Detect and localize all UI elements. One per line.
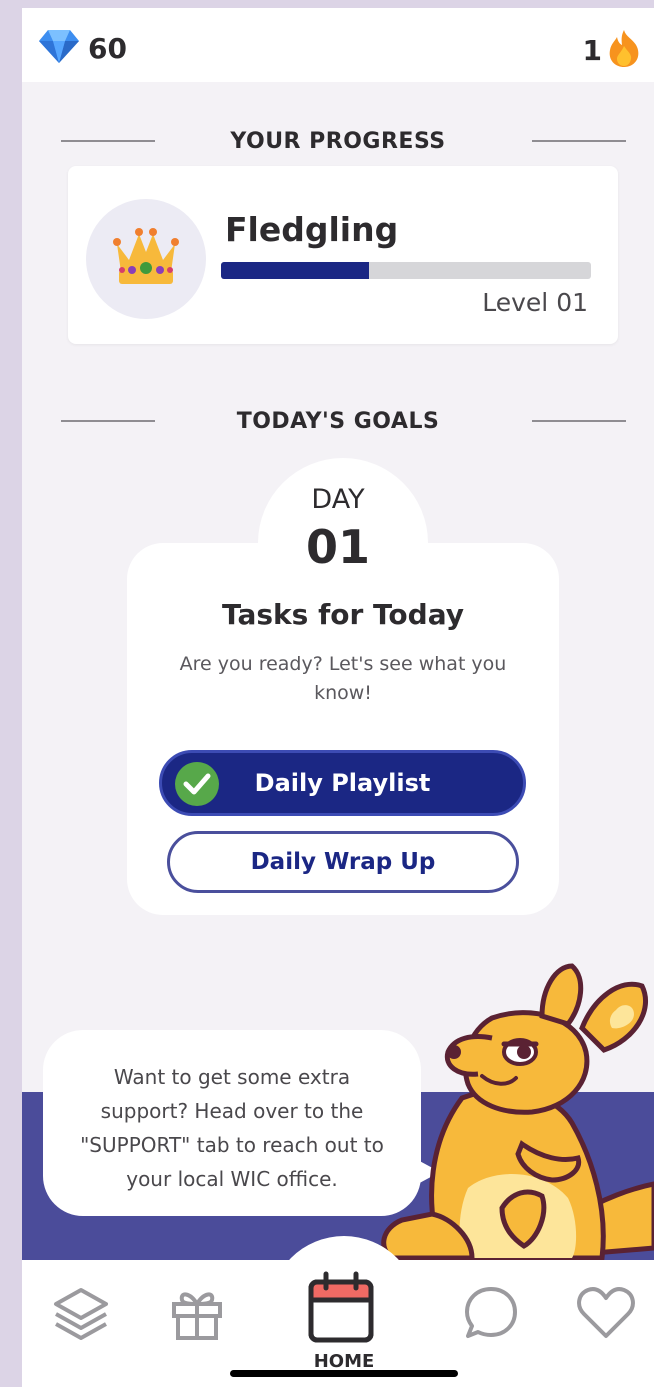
daily-playlist-button[interactable]: Daily Playlist [159, 750, 526, 816]
section-title: YOUR PROGRESS [230, 128, 446, 154]
streak-count: 1 [582, 33, 602, 67]
flame-icon [606, 28, 642, 72]
rank-badge [86, 199, 206, 319]
level-label: Level 01 [482, 288, 588, 317]
progress-card[interactable]: Fledgling Level 01 [68, 166, 618, 344]
divider [532, 420, 626, 422]
day-label: DAY [311, 484, 365, 515]
home-tab-label[interactable]: HOME [22, 1351, 654, 1372]
rank-name: Fledgling [225, 210, 399, 249]
daily-playlist-label: Daily Playlist [254, 769, 431, 797]
chat-icon[interactable] [462, 1284, 520, 1346]
tasks-title: Tasks for Today [221, 598, 464, 631]
daily-wrap-up-button[interactable]: Daily Wrap Up [167, 831, 519, 893]
level-progress-fill [221, 262, 369, 279]
check-icon [175, 762, 219, 806]
streak-counter[interactable]: 1 [583, 28, 642, 72]
goals-section-header: TODAY'S GOALS [22, 401, 654, 441]
heart-icon[interactable] [576, 1284, 636, 1346]
progress-section-header: YOUR PROGRESS [22, 121, 654, 161]
top-bar: 60 1 [22, 8, 654, 82]
section-title: TODAY'S GOALS [236, 408, 440, 434]
divider [532, 140, 626, 142]
daily-wrap-up-label: Daily Wrap Up [250, 849, 436, 875]
level-progress-bar [221, 262, 591, 279]
divider [61, 420, 155, 422]
layers-icon[interactable] [52, 1284, 110, 1346]
diamond-icon [38, 28, 80, 68]
day-number: 01 [305, 520, 370, 574]
gems-counter[interactable]: 60 [38, 28, 127, 68]
crown-icon [111, 226, 181, 292]
gift-icon[interactable] [168, 1284, 226, 1346]
home-indicator [230, 1370, 458, 1377]
calendar-icon[interactable] [306, 1270, 376, 1350]
tasks-subtitle: Are you ready? Let's see what you know! [179, 653, 507, 704]
gems-count: 60 [88, 31, 127, 65]
kangaroo-mascot [372, 948, 654, 1268]
support-speech-bubble: Want to get some extra support? Head ove… [43, 1030, 421, 1216]
app-screen: 60 1 YOUR PROGRESS Fledgling Level 01 TO… [22, 8, 654, 1387]
divider [61, 140, 155, 142]
support-message: Want to get some extra support? Head ove… [80, 1065, 384, 1191]
